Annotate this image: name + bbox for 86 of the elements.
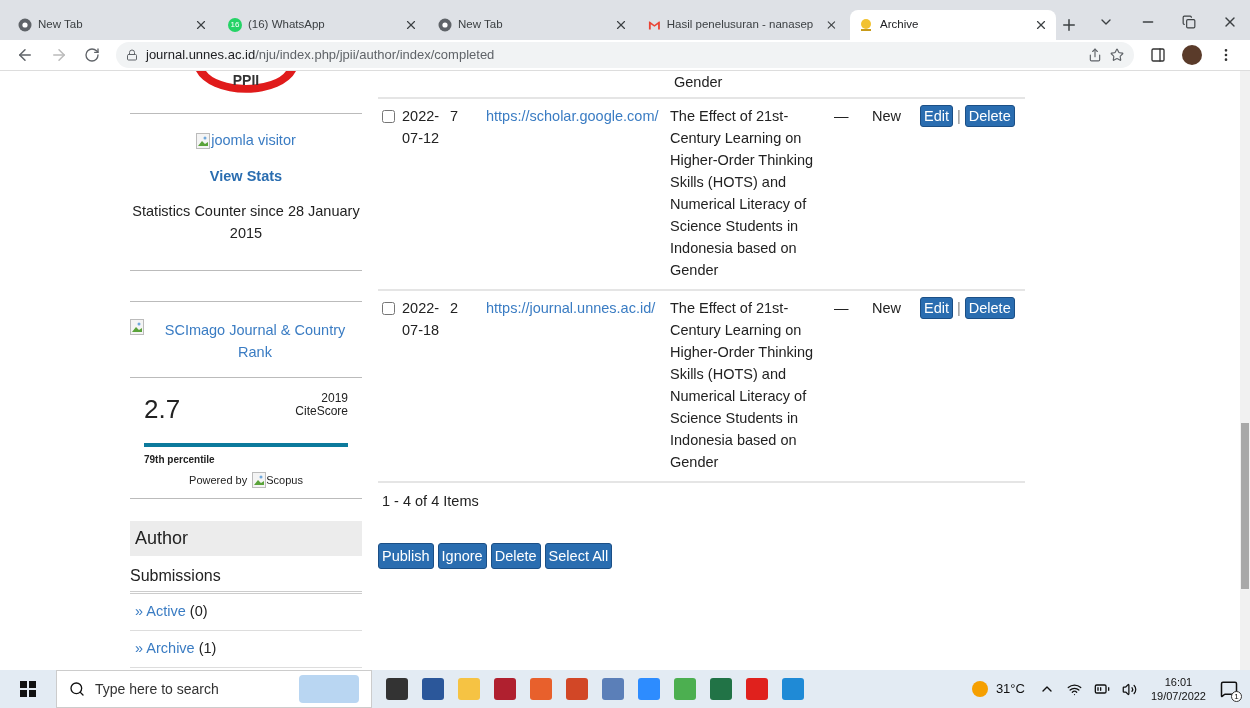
date-text: 2022-07-18: [402, 299, 441, 340]
tab-title: New Tab: [38, 17, 83, 33]
browser-tab[interactable]: New Tab: [10, 10, 216, 40]
action-button[interactable]: Delete: [490, 542, 541, 569]
browser-tab[interactable]: Hasil penelusuran - nanasep: [640, 10, 846, 40]
avatar[interactable]: [1182, 45, 1202, 65]
tab-title: Hasil penelusuran - nanasep: [666, 17, 814, 33]
status-text: New: [872, 108, 901, 124]
clock[interactable]: 16:01 19/07/2022: [1150, 675, 1206, 703]
scimago-link[interactable]: SCImago Journal & Country Rank: [148, 318, 362, 363]
edit-button[interactable]: Edit: [920, 105, 953, 127]
pager-text: 1 - 4 of 4 Items: [382, 492, 480, 511]
tab-title: Archive: [880, 17, 919, 33]
speaker-icon[interactable]: [1121, 681, 1137, 697]
action-button[interactable]: Ignore: [437, 542, 487, 569]
mail-icon: [648, 19, 661, 31]
action-button[interactable]: Publish: [378, 542, 434, 569]
count-text: 2: [450, 300, 459, 316]
url-link[interactable]: https://scholar.google.com/: [486, 108, 659, 124]
counter-text: Statistics Counter since 28 January 2015: [131, 201, 361, 243]
close-icon[interactable]: [194, 18, 208, 32]
logo-icon: [858, 18, 874, 32]
scrollbar[interactable]: [1240, 71, 1250, 670]
side-panel-icon[interactable]: [1150, 47, 1166, 63]
tab-title: (16) WhatsApp: [248, 17, 325, 33]
status-text: New: [872, 300, 901, 316]
address-bar[interactable]: journal.unnes.ac.id/nju/index.php/jpii/author/index/completed: [116, 42, 1134, 68]
windows-icon[interactable]: [20, 681, 36, 697]
delete-button[interactable]: Delete: [964, 105, 1015, 127]
sidebar-link[interactable]: » Active (0): [135, 603, 208, 619]
citescore-value: 2.7: [144, 392, 181, 426]
dash-text: —: [834, 300, 849, 316]
percentile-text: 79th percentile: [144, 452, 216, 467]
view-stats-link[interactable]: View Stats: [209, 165, 283, 188]
globe-icon: [438, 18, 452, 32]
row-checkbox[interactable]: [382, 110, 395, 123]
restore-icon[interactable]: [1182, 15, 1196, 29]
weather-text[interactable]: 31°C: [995, 679, 1025, 699]
scopus-image-alt: Scopus: [266, 472, 303, 488]
close-icon[interactable]: [1034, 18, 1048, 32]
powered-by-text: Powered by: [189, 472, 248, 488]
title-text: Gender: [674, 73, 723, 92]
title-text: The Effect of 21st-Century Learning on Higher-Order Thinking Skills (HOTS) and Numerical Literacy of Science Students in Indonesia based on Gender: [670, 108, 814, 278]
close-icon[interactable]: [825, 18, 838, 32]
new-tab-icon[interactable]: [1060, 16, 1078, 34]
citescore-label: 2019 CiteScore: [295, 391, 348, 420]
back-icon[interactable]: [16, 46, 34, 64]
edit-button[interactable]: Edit: [920, 297, 953, 319]
date-text: 2022-07-12: [402, 107, 441, 148]
battery-icon[interactable]: [1093, 681, 1110, 697]
reload-icon[interactable]: [84, 47, 100, 63]
author-heading: Author: [130, 521, 362, 556]
count-text: 7: [450, 108, 459, 124]
share-icon[interactable]: [1088, 48, 1102, 62]
search-field[interactable]: Type here to search: [56, 670, 372, 708]
separator-text: |: [957, 107, 961, 126]
broken-image-icon: [130, 318, 144, 335]
dash-text: —: [834, 108, 849, 124]
sidebar-link[interactable]: » Archive (1): [135, 639, 217, 656]
action-button[interactable]: Select All: [544, 542, 613, 569]
wifi-icon[interactable]: [1066, 681, 1082, 697]
title-text: The Effect of 21st-Century Learning on Higher-Order Thinking Skills (HOTS) and Numerical Literacy of Science Students in Indonesia based on Gender: [670, 300, 814, 470]
broken-image-icon: [252, 471, 267, 488]
tab-badge: 16: [228, 18, 242, 32]
row-checkbox[interactable]: [382, 302, 395, 315]
lock-icon: [126, 49, 138, 61]
globe-icon: [18, 18, 32, 32]
delete-button[interactable]: Delete: [964, 297, 1015, 319]
browser-tab[interactable]: Archive: [850, 10, 1056, 40]
search-placeholder: Type here to search: [95, 679, 220, 699]
search-icon: [69, 681, 85, 697]
url-text: journal.unnes.ac.id/nju/index.php/jpii/author/index/completed: [146, 46, 496, 65]
url-link[interactable]: https://journal.unnes.ac.id/: [486, 300, 656, 316]
star-icon[interactable]: [1110, 48, 1124, 62]
tab-title: New Tab: [458, 17, 503, 33]
scrollbar-thumb[interactable]: [1241, 423, 1249, 589]
broken-image-icon: [196, 132, 211, 149]
submissions-heading: Submissions: [130, 566, 222, 586]
browser-tab[interactable]: New Tab: [430, 10, 636, 40]
separator-text: |: [957, 299, 961, 318]
close-icon[interactable]: [614, 18, 628, 32]
browser-tab[interactable]: 16 (16) WhatsApp: [220, 10, 426, 40]
notification-badge: 1: [1231, 691, 1242, 702]
notification-icon[interactable]: [1220, 680, 1238, 698]
visitor-image-alt: joomla visitor: [211, 131, 296, 150]
close-icon[interactable]: [404, 18, 418, 32]
